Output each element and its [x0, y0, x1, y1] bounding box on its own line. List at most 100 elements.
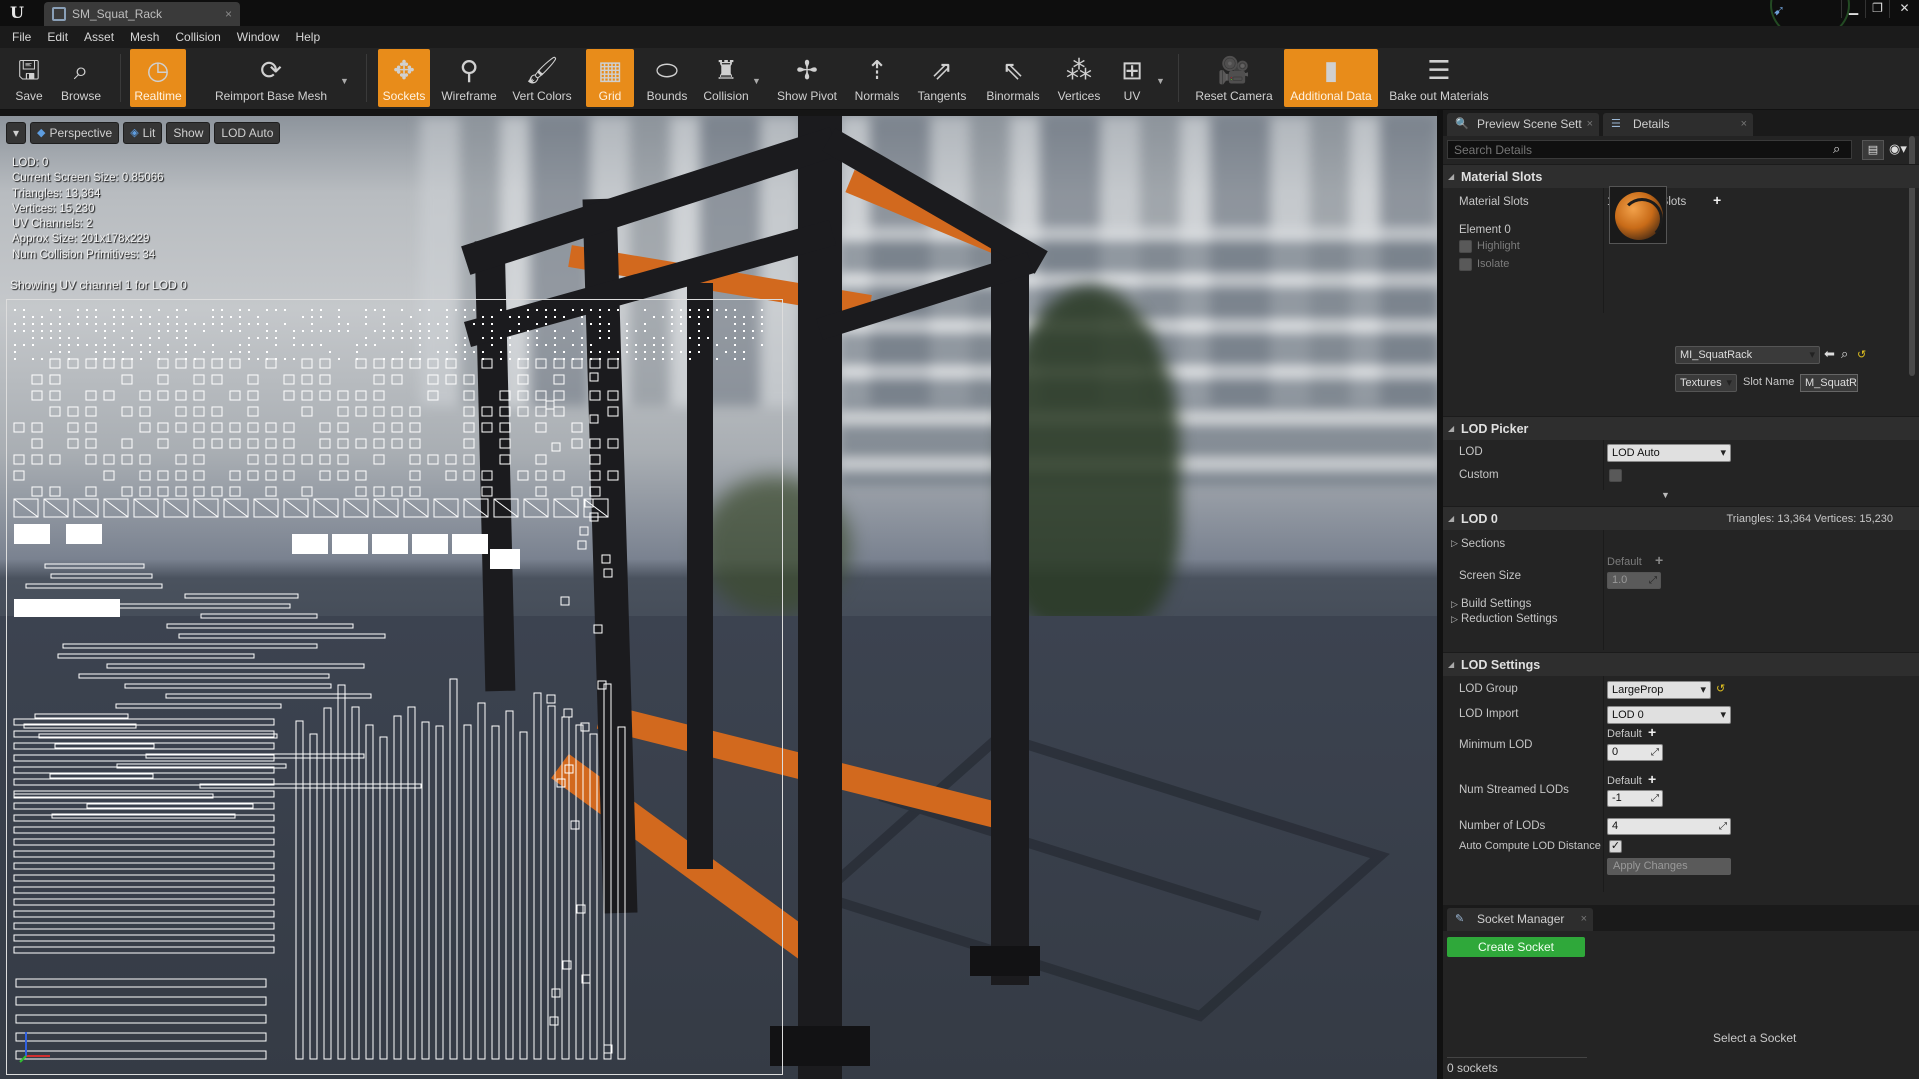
- screen-size-input[interactable]: 1.0: [1607, 572, 1661, 589]
- apply-changes-button[interactable]: Apply Changes: [1607, 858, 1731, 875]
- search-details-input[interactable]: [1447, 140, 1852, 159]
- tab-close-icon[interactable]: ×: [1741, 113, 1747, 136]
- notification-icon[interactable]: ➹: [1768, 2, 1790, 22]
- asset-editor-tab[interactable]: SM_Squat_Rack ×: [44, 2, 240, 26]
- isolate-checkbox[interactable]: [1459, 258, 1472, 271]
- slot-name-input[interactable]: M_SquatR: [1800, 374, 1858, 392]
- lod-import-select[interactable]: LOD 0: [1607, 706, 1731, 724]
- reduction-settings-expander-icon[interactable]: ▷: [1451, 614, 1458, 625]
- tab-close-icon[interactable]: ×: [1587, 113, 1593, 136]
- wireframe-toggle[interactable]: ⚲ Wireframe: [436, 49, 502, 107]
- tab-socket-manager[interactable]: ✎ Socket Manager ×: [1447, 908, 1593, 931]
- section-lod-settings[interactable]: LOD Settings: [1443, 652, 1919, 677]
- bounds-toggle[interactable]: ⬭ Bounds: [642, 49, 692, 107]
- lit-button[interactable]: ◈ Lit: [123, 122, 163, 144]
- show-button[interactable]: Show: [166, 122, 211, 144]
- min-lod-default-label: Default: [1607, 728, 1642, 740]
- lod-auto-button[interactable]: LOD Auto: [214, 122, 281, 144]
- collision-button[interactable]: ♜ Collision: [698, 49, 754, 107]
- menu-edit[interactable]: Edit: [39, 26, 76, 48]
- tangents-toggle[interactable]: ⇗ Tangents: [912, 49, 972, 107]
- add-min-lod-override-icon[interactable]: +: [1648, 724, 1656, 740]
- minimum-lod-input[interactable]: 0: [1607, 744, 1663, 761]
- section-lod-0[interactable]: LOD 0 Triangles: 13,364 Vertices: 15,230: [1443, 506, 1919, 531]
- add-num-streamed-override-icon[interactable]: +: [1648, 771, 1656, 787]
- reset-to-default-icon[interactable]: ↺: [1857, 348, 1866, 361]
- tab-close-icon[interactable]: ×: [1581, 908, 1587, 931]
- section-material-slots[interactable]: Material Slots: [1443, 164, 1919, 189]
- lod-group-select[interactable]: LargeProp: [1607, 681, 1711, 699]
- uv-dropdown-icon[interactable]: ▼: [1156, 76, 1165, 86]
- build-settings-label[interactable]: Build Settings: [1461, 598, 1531, 610]
- uv-island: [554, 309, 556, 311]
- sections-label[interactable]: Sections: [1461, 538, 1505, 550]
- save-button[interactable]: 🖫 Save: [8, 49, 50, 107]
- additional-data-button[interactable]: ▮ Additional Data: [1284, 49, 1378, 107]
- add-material-slot-icon[interactable]: +: [1713, 192, 1721, 208]
- menu-collision[interactable]: Collision: [167, 26, 228, 48]
- sockets-toggle[interactable]: ✥ Sockets: [378, 49, 430, 107]
- uv-island: [113, 344, 115, 346]
- uv-island: [13, 886, 275, 894]
- create-socket-button[interactable]: Create Socket: [1447, 937, 1585, 957]
- expand-advanced-icon[interactable]: ▼: [1661, 490, 1670, 500]
- material-thumbnail[interactable]: [1609, 186, 1667, 244]
- menu-mesh[interactable]: Mesh: [122, 26, 167, 48]
- custom-checkbox[interactable]: [1609, 469, 1622, 482]
- browse-button[interactable]: ⌕ Browse: [56, 49, 106, 107]
- lod0-stats: Triangles: 13,364 Vertices: 15,230: [1726, 513, 1893, 525]
- show-pivot-toggle[interactable]: ✢ Show Pivot: [772, 49, 842, 107]
- build-settings-expander-icon[interactable]: ▷: [1451, 599, 1458, 610]
- realtime-button[interactable]: ◷ Realtime: [130, 49, 186, 107]
- collision-dropdown-icon[interactable]: ▼: [752, 76, 761, 86]
- perspective-button[interactable]: ◆ Perspective: [30, 122, 120, 144]
- vert-colors-toggle[interactable]: 🖌 Vert Colors: [508, 49, 576, 107]
- add-screen-size-icon[interactable]: +: [1655, 552, 1663, 568]
- reimport-dropdown-icon[interactable]: ▼: [340, 76, 349, 86]
- tab-close-icon[interactable]: ×: [225, 2, 232, 26]
- uv-island: [536, 323, 538, 325]
- view-options-eye-icon[interactable]: ◉▾: [1889, 141, 1907, 157]
- uv-island: [626, 337, 628, 339]
- bake-out-materials-button[interactable]: ☰ Bake out Materials: [1386, 49, 1492, 107]
- vertices-toggle[interactable]: ⁂ Vertices: [1052, 49, 1106, 107]
- uv-island: [302, 330, 304, 332]
- grid-toggle[interactable]: ▦ Grid: [586, 49, 634, 107]
- uv-island: [373, 486, 385, 497]
- menu-window[interactable]: Window: [229, 26, 288, 48]
- reimport-base-mesh-button[interactable]: ⟳ Reimport Base Mesh: [206, 49, 336, 107]
- uv-toggle[interactable]: ⊞ UV: [1112, 49, 1152, 107]
- uv-island: [293, 344, 295, 346]
- restore-button[interactable]: ❐: [1865, 0, 1889, 18]
- num-streamed-lods-input[interactable]: -1: [1607, 790, 1663, 807]
- uv-island: [13, 422, 25, 433]
- tab-details[interactable]: ☰ Details ×: [1603, 113, 1753, 136]
- sections-expander-icon[interactable]: ▷: [1451, 538, 1458, 549]
- auto-compute-lod-distance-checkbox[interactable]: ✓: [1609, 840, 1622, 853]
- tab-preview-scene-settings[interactable]: 🔍 Preview Scene Sett ×: [1447, 113, 1599, 136]
- uv-island: [608, 323, 610, 325]
- browse-material-icon[interactable]: ⌕: [1841, 346, 1848, 362]
- lod-group-reset-icon[interactable]: ↺: [1716, 682, 1725, 695]
- property-matrix-button[interactable]: ▤: [1862, 140, 1884, 160]
- reduction-settings-label[interactable]: Reduction Settings: [1461, 613, 1558, 625]
- menu-asset[interactable]: Asset: [76, 26, 122, 48]
- material-select[interactable]: MI_SquatRack: [1675, 346, 1820, 364]
- lod-select[interactable]: LOD Auto: [1607, 444, 1731, 462]
- menu-file[interactable]: File: [4, 26, 39, 48]
- uv-island: [176, 330, 178, 332]
- minimize-button[interactable]: ▁: [1841, 0, 1865, 18]
- textures-dropdown[interactable]: Textures: [1675, 374, 1737, 392]
- reset-camera-button[interactable]: 🎥 Reset Camera: [1192, 49, 1276, 107]
- uv-island: [545, 316, 547, 318]
- binormals-toggle[interactable]: ⇖ Binormals: [980, 49, 1046, 107]
- number-of-lods-slider[interactable]: 4: [1607, 818, 1731, 835]
- use-selected-arrow-icon[interactable]: ⬅: [1824, 346, 1835, 362]
- section-lod-picker[interactable]: LOD Picker: [1443, 416, 1919, 441]
- viewport[interactable]: ▾ ◆ Perspective ◈ Lit Show LOD Auto LOD: 0…: [0, 116, 1437, 1079]
- close-button[interactable]: ✕: [1889, 0, 1919, 18]
- menu-help[interactable]: Help: [287, 26, 328, 48]
- viewport-options-button[interactable]: ▾: [6, 122, 27, 144]
- highlight-checkbox[interactable]: [1459, 240, 1472, 253]
- normals-toggle[interactable]: ⇡ Normals: [850, 49, 904, 107]
